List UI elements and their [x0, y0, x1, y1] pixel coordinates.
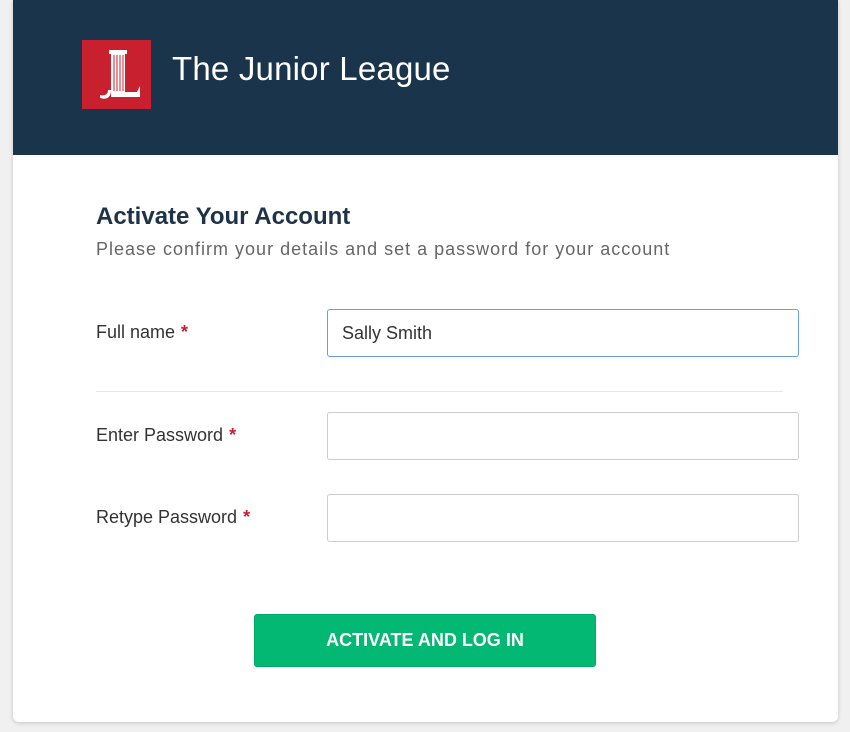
- form-title: Activate Your Account: [96, 203, 351, 230]
- activate-and-log-in-button[interactable]: ACTIVATE AND LOG IN: [254, 614, 596, 667]
- required-marker: *: [181, 322, 189, 342]
- page-header: The Junior League: [13, 0, 838, 155]
- retype-password-input[interactable]: [327, 494, 799, 542]
- org-name: The Junior League: [172, 50, 451, 87]
- activation-card: The Junior League Activate Your Account …: [13, 0, 838, 722]
- password-label: Enter Password *: [96, 425, 236, 446]
- form-divider: [96, 391, 783, 392]
- full-name-input[interactable]: [327, 309, 799, 357]
- retype-password-label: Retype Password *: [96, 507, 250, 528]
- retype-password-label-text: Retype Password: [96, 507, 238, 527]
- required-marker: *: [243, 507, 251, 527]
- form-subtitle: Please confirm your details and set a pa…: [96, 239, 671, 259]
- password-input[interactable]: [327, 412, 799, 460]
- full-name-label-text: Full name: [96, 322, 176, 342]
- required-marker: *: [229, 425, 237, 445]
- junior-league-logo-icon: [82, 40, 151, 109]
- password-label-text: Enter Password: [96, 425, 224, 445]
- full-name-label: Full name *: [96, 322, 188, 343]
